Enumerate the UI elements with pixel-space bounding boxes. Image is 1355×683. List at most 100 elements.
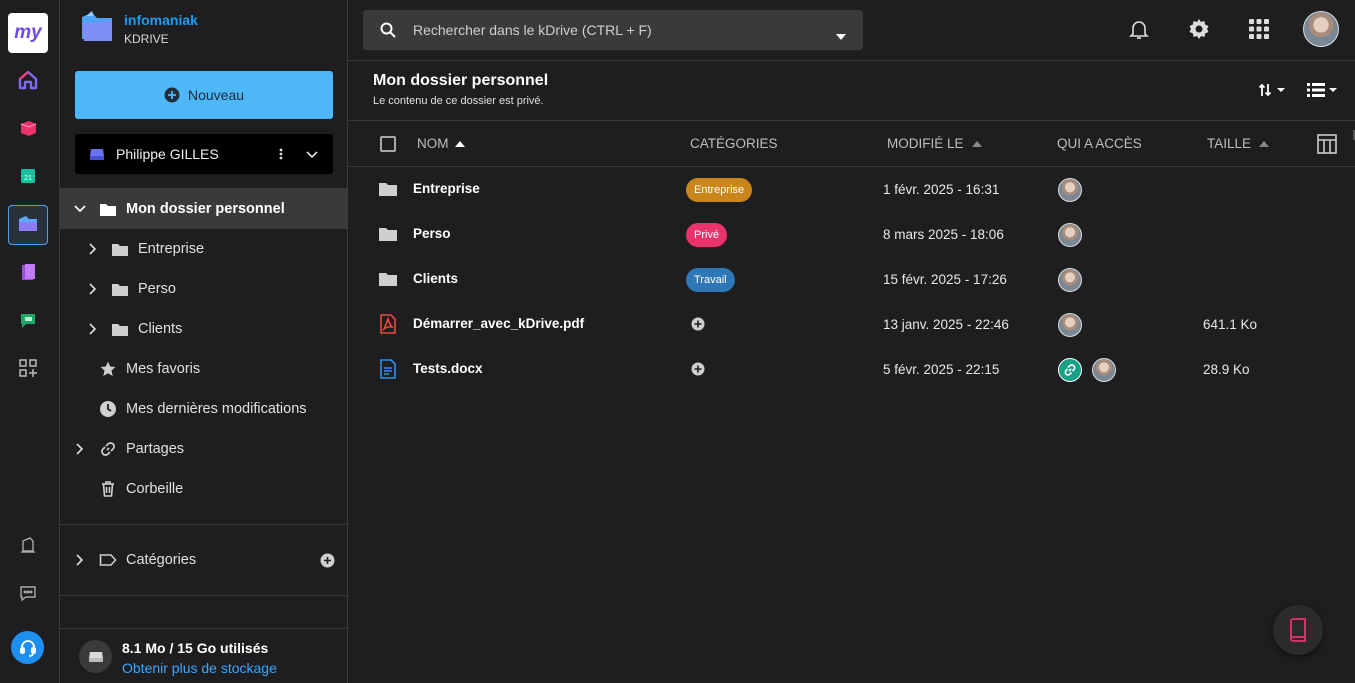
access-avatar[interactable] (1058, 313, 1082, 337)
brand-name: infomaniak (124, 12, 198, 28)
table-row[interactable]: Tests.docx 5 févr. 2025 - 22:15 28.9 Ko (348, 347, 1355, 392)
column-categories: CATÉGORIES (690, 136, 778, 151)
tree-item-perso[interactable]: Perso (60, 269, 347, 309)
app-rail: my 21 (0, 0, 60, 683)
calendar-icon[interactable]: 21 (8, 156, 48, 196)
tree-item-recent[interactable]: Mes dernières modifications (60, 389, 347, 429)
modified-date: 1 févr. 2025 - 16:31 (883, 182, 1000, 197)
column-modified[interactable]: MODIFIÉ LE (887, 136, 982, 151)
brand: infomaniak KDRIVE (78, 8, 338, 52)
column-modified-label: MODIFIÉ LE (887, 136, 964, 151)
select-all-checkbox[interactable] (380, 136, 396, 152)
new-button[interactable]: Nouveau (75, 71, 333, 119)
category-tag[interactable]: Travail (686, 268, 735, 292)
mail-icon[interactable] (8, 108, 48, 148)
tree-item-label: Perso (138, 281, 176, 297)
home-icon[interactable] (8, 60, 48, 100)
tree-item-categories[interactable]: Catégories (60, 540, 347, 580)
divider (60, 524, 347, 525)
storage-usage: 8.1 Mo / 15 Go utilisés (122, 640, 269, 656)
link-icon (99, 440, 117, 458)
add-category-icon[interactable] (320, 553, 335, 572)
plus-circle-icon (164, 87, 180, 103)
tree-item-entreprise[interactable]: Entreprise (60, 229, 347, 269)
chevron-right-icon[interactable] (74, 554, 86, 566)
kmeet-icon[interactable] (8, 252, 48, 292)
bell-icon[interactable] (1126, 16, 1152, 42)
tree-item-mon-dossier[interactable]: Mon dossier personnel (60, 189, 347, 229)
sort-up-icon (454, 140, 465, 147)
column-settings-icon[interactable] (1317, 134, 1337, 157)
apps-grid-icon[interactable] (1246, 16, 1272, 42)
storage-panel: 8.1 Mo / 15 Go utilisés Obtenir plus de … (60, 628, 347, 683)
sign-icon[interactable] (8, 525, 48, 565)
table-row[interactable]: Perso Privé 8 mars 2025 - 18:06 (348, 212, 1355, 257)
table-row[interactable]: Clients Travail 15 févr. 2025 - 17:26 (348, 257, 1355, 302)
sort-icon[interactable] (1258, 82, 1288, 103)
folder-icon (111, 280, 129, 298)
add-category-icon[interactable] (691, 317, 705, 331)
chevron-right-icon[interactable] (87, 323, 99, 335)
chevron-right-icon[interactable] (87, 283, 99, 295)
search-placeholder: Rechercher dans le kDrive (CTRL + F) (413, 22, 652, 38)
file-name[interactable]: Démarrer_avec_kDrive.pdf (413, 316, 584, 331)
file-name[interactable]: Perso (413, 226, 451, 241)
chevron-down-icon[interactable] (74, 203, 86, 215)
pdf-file-icon (378, 314, 398, 334)
access-avatar[interactable] (1092, 358, 1116, 382)
user-avatar[interactable] (1303, 11, 1339, 47)
tree-item-label: Corbeille (126, 481, 184, 497)
caret-down-icon[interactable] (836, 27, 846, 45)
tree-item-label: Mon dossier personnel (126, 201, 285, 217)
drive-user-selector[interactable]: Philippe GILLES (75, 134, 333, 174)
my-logo[interactable]: my (8, 13, 48, 53)
tree-item-label: Clients (138, 321, 183, 337)
kchat-icon[interactable] (8, 300, 48, 340)
kdrive-icon[interactable] (8, 205, 48, 245)
column-size[interactable]: TAILLE (1207, 136, 1270, 151)
file-name[interactable]: Clients (413, 271, 458, 286)
access-avatar[interactable] (1058, 178, 1082, 202)
table-row[interactable]: Entreprise Entreprise 1 févr. 2025 - 16:… (348, 167, 1355, 212)
tree-item-partages[interactable]: Partages (60, 429, 347, 469)
tree-item-corbeille[interactable]: Corbeille (60, 469, 347, 509)
support-icon[interactable] (11, 631, 44, 664)
list-view-icon[interactable] (1307, 82, 1339, 103)
search-input[interactable]: Rechercher dans le kDrive (CTRL + F) (363, 10, 863, 50)
divider (60, 595, 347, 596)
storage-upgrade-link[interactable]: Obtenir plus de stockage (122, 660, 277, 676)
tree-item-clients[interactable]: Clients (60, 309, 347, 349)
chat-bubble-icon[interactable] (8, 573, 48, 613)
access-avatar[interactable] (1058, 268, 1082, 292)
category-tag[interactable]: Privé (686, 223, 728, 247)
add-category-icon[interactable] (691, 362, 705, 376)
folder-icon (111, 240, 129, 258)
file-size: 28.9 Ko (1203, 362, 1250, 377)
chevron-right-icon[interactable] (74, 443, 86, 455)
folder-icon (99, 200, 117, 218)
kdrive-logo-icon (82, 11, 112, 41)
label-icon (99, 551, 117, 569)
file-name[interactable]: Entreprise (413, 181, 480, 196)
column-categories-label: CATÉGORIES (690, 136, 778, 151)
chevron-right-icon[interactable] (87, 243, 99, 255)
gear-icon[interactable] (1186, 16, 1212, 42)
folder-icon (378, 224, 398, 244)
modified-date: 8 mars 2025 - 18:06 (883, 227, 1004, 242)
folder-icon (378, 179, 398, 199)
folder-icon (111, 320, 129, 338)
tree-item-favoris[interactable]: Mes favoris (60, 349, 347, 389)
column-name[interactable]: NOM (417, 136, 465, 151)
file-size: 641.1 Ko (1203, 317, 1258, 332)
help-book-button[interactable] (1273, 605, 1323, 655)
product-name: KDRIVE (124, 32, 169, 46)
file-name[interactable]: Tests.docx (413, 361, 483, 376)
access-avatar[interactable] (1058, 223, 1082, 247)
category-tag[interactable]: Entreprise (686, 178, 753, 202)
apps-grid-icon[interactable] (8, 348, 48, 388)
shared-link-icon[interactable] (1058, 358, 1082, 382)
modified-date: 15 févr. 2025 - 17:26 (883, 272, 1007, 287)
chevron-down-icon[interactable] (306, 148, 318, 164)
table-row[interactable]: Démarrer_avec_kDrive.pdf 13 janv. 2025 -… (348, 302, 1355, 347)
more-vertical-icon[interactable] (279, 146, 283, 162)
